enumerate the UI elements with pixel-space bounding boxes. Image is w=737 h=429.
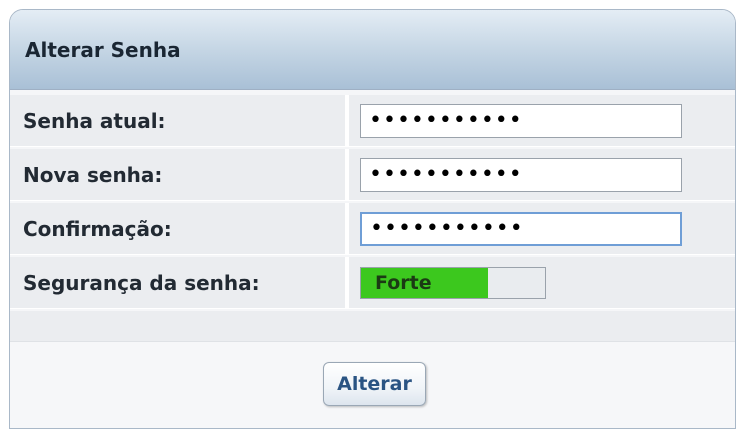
panel-title: Alterar Senha bbox=[25, 37, 181, 62]
current-password-cell bbox=[349, 95, 735, 146]
new-password-row: Nova senha: bbox=[10, 149, 735, 201]
form-footer: Alterar bbox=[10, 342, 735, 428]
confirm-password-label: Confirmação: bbox=[10, 203, 349, 254]
panel-header: Alterar Senha bbox=[10, 10, 735, 90]
confirm-password-cell bbox=[349, 203, 735, 254]
current-password-label: Senha atual: bbox=[10, 95, 349, 146]
change-password-button[interactable]: Alterar bbox=[323, 362, 426, 406]
form-spacer bbox=[10, 311, 735, 342]
confirm-password-input[interactable] bbox=[360, 211, 682, 246]
password-strength-text: Forte bbox=[375, 271, 432, 294]
current-password-input[interactable] bbox=[360, 103, 682, 138]
change-password-panel: Alterar Senha Senha atual: Nova senha: C… bbox=[9, 9, 736, 429]
new-password-cell bbox=[349, 149, 735, 200]
password-strength-row: Segurança da senha: Forte bbox=[10, 257, 735, 309]
password-strength-cell: Forte bbox=[349, 257, 735, 308]
password-strength-meter: Forte bbox=[360, 266, 546, 299]
new-password-input[interactable] bbox=[360, 157, 682, 192]
current-password-row: Senha atual: bbox=[10, 95, 735, 147]
password-strength-label: Segurança da senha: bbox=[10, 257, 349, 308]
confirm-password-row: Confirmação: bbox=[10, 203, 735, 255]
new-password-label: Nova senha: bbox=[10, 149, 349, 200]
